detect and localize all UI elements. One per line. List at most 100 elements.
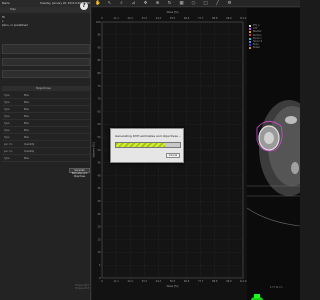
panel-header-title: Name <box>2 2 10 5</box>
structure-matching-field[interactable] <box>2 70 90 78</box>
row-value: Max <box>24 157 29 160</box>
y-tick-label: 5 <box>99 264 101 267</box>
y-tick-label: 70 <box>97 98 101 101</box>
x-tick-label: 22.2 <box>128 280 134 283</box>
view-toolbar: ✋ ↖ ⌕ ⊿ ✥ ⊕ ↻ ▦ ○ □ ╱ ⚙ <box>91 0 300 7</box>
x-tick-label: 33.3 <box>142 280 148 283</box>
magnify-icon[interactable]: ⌕ <box>119 1 124 6</box>
table-header-target-dose: Target Dose <box>36 87 51 90</box>
row-label: Type <box>4 157 10 160</box>
table-row[interactable]: Type Max <box>2 107 90 113</box>
progress-bar-fill <box>116 143 165 147</box>
x-tick-label-top: 55.5 <box>170 17 176 20</box>
row-label: per cm <box>4 143 13 146</box>
x-tick-label-top: 11.1 <box>113 17 119 20</box>
row-label: Type <box>4 122 10 125</box>
ct-slice-image <box>247 8 300 300</box>
pan-icon[interactable]: ✥ <box>143 1 148 6</box>
progress-dialog: Generating DVH estimates and objectives.… <box>110 128 184 163</box>
x-tick-label-top: 77.7 <box>198 17 204 20</box>
row-label: Type <box>4 115 10 118</box>
x-tick-label-top: 44.4 <box>156 17 162 20</box>
y-tick-label: 20 <box>97 226 101 229</box>
row-value: Max <box>24 129 29 132</box>
plan-parameters-panel: Name Tuesday, January 20, 2015 6:02:06 P… <box>0 0 91 300</box>
structure-legend: PTV_1 CTV Bladder Rectum Femur L Femur R Body B… <box>249 24 297 50</box>
ruler-icon[interactable]: ⊿ <box>131 1 136 6</box>
plan-selector[interactable] <box>2 44 90 54</box>
row-value: Quantity <box>24 143 35 146</box>
panel-header: Name Tuesday, January 20, 2015 6:02:06 P… <box>0 0 90 7</box>
description-line-3: ption, or predefined <box>2 24 28 27</box>
row-value: Quantity <box>24 150 35 153</box>
x-tick-label-top: 99.9 <box>226 17 232 20</box>
row-value: Max <box>24 122 29 125</box>
table-row[interactable]: Type Max <box>2 128 90 134</box>
left-footer: Eclipse 2013 Eclipse 2013 <box>55 284 89 290</box>
y-tick-label: 40 <box>97 174 101 177</box>
legend-item[interactable]: Bowel <box>249 46 297 49</box>
model-selector[interactable] <box>2 58 90 66</box>
grid-icon[interactable]: ▦ <box>179 1 184 6</box>
hand-icon[interactable]: ✋ <box>95 1 101 6</box>
square-icon[interactable]: □ <box>203 1 208 6</box>
cursor-icon[interactable]: ↖ <box>107 1 112 6</box>
legend-swatch <box>249 47 251 50</box>
y-tick-label: 30 <box>97 200 101 203</box>
y-tick-label: 45 <box>97 162 101 165</box>
x-tick-label-top: 66.6 <box>184 17 190 20</box>
chart-title: Dose [%] <box>167 10 179 14</box>
x-tick-label: 88.8 <box>212 280 218 283</box>
table-header: Target Dose <box>2 86 90 91</box>
zoom-icon[interactable]: ⊕ <box>155 1 160 6</box>
row-label: Type <box>4 136 10 139</box>
x-tick-label: 111.0 <box>240 280 247 283</box>
x-tick-label-top: 88.8 <box>212 17 218 20</box>
row-value: Max <box>24 101 29 104</box>
cancel-button[interactable]: Cancel <box>166 153 180 158</box>
y-tick-label: 55 <box>97 136 101 139</box>
y-tick-label: 85 <box>97 59 101 62</box>
y-tick-label: 65 <box>97 110 101 113</box>
x-tick-label: 55.5 <box>170 280 176 283</box>
y-tick-label: 60 <box>97 123 101 126</box>
table-row[interactable]: Type Max <box>2 135 90 141</box>
panel-toolbar-label: Help <box>10 8 16 11</box>
x-tick-label-top: 33.3 <box>142 17 148 20</box>
progress-bar <box>115 142 181 148</box>
table-row[interactable]: per cm Quantity <box>2 149 90 155</box>
image-scale-readout: 2.77 42 cm <box>270 286 283 289</box>
table-row[interactable]: Type Max <box>2 100 90 106</box>
x-tick-label-top: 111.0 <box>240 17 247 20</box>
progress-message: Generating DVH estimates and objectives.… <box>115 134 181 138</box>
x-tick-label: 77.7 <box>198 280 204 283</box>
row-label: Type <box>4 129 10 132</box>
table-row[interactable]: Type Max <box>2 114 90 120</box>
legend-label: Bowel <box>253 46 260 50</box>
table-row[interactable]: Type Max <box>2 156 90 162</box>
row-value: Max <box>24 94 29 97</box>
table-row[interactable]: per cm Quantity <box>2 142 90 148</box>
rotate-icon[interactable]: ↻ <box>167 1 172 6</box>
generate-estimates-button[interactable]: Generate Estimates and Objectives <box>69 168 90 178</box>
footer-line-2: Eclipse 2013 <box>75 287 89 290</box>
x-tick-label: 99.9 <box>226 280 232 283</box>
y-axis-label: Volume [%] <box>92 143 96 158</box>
table-row[interactable]: Type Max <box>2 121 90 127</box>
x-tick-label: 0 <box>101 280 103 283</box>
x-tick-label-top: 0 <box>101 17 103 20</box>
x-axis-label: Dose [%] <box>167 284 179 288</box>
table-row[interactable]: Type Max <box>2 93 90 99</box>
panel-toolbar: Help <box>0 7 90 13</box>
y-tick-label: 50 <box>97 149 101 152</box>
help-icon[interactable]: ? <box>80 2 88 10</box>
image-view[interactable]: PTV_1 CTV Bladder Rectum Femur L Femur R Body B… <box>247 8 300 300</box>
row-label: Type <box>4 101 10 104</box>
row-label: Type <box>4 94 10 97</box>
y-tick-label: 75 <box>97 85 101 88</box>
circle-icon[interactable]: ○ <box>191 1 196 6</box>
settings-icon[interactable]: ⚙ <box>227 1 232 6</box>
x-tick-label: 11.1 <box>113 280 119 283</box>
line-icon[interactable]: ╱ <box>215 1 220 6</box>
y-tick-label: 10 <box>97 251 101 254</box>
